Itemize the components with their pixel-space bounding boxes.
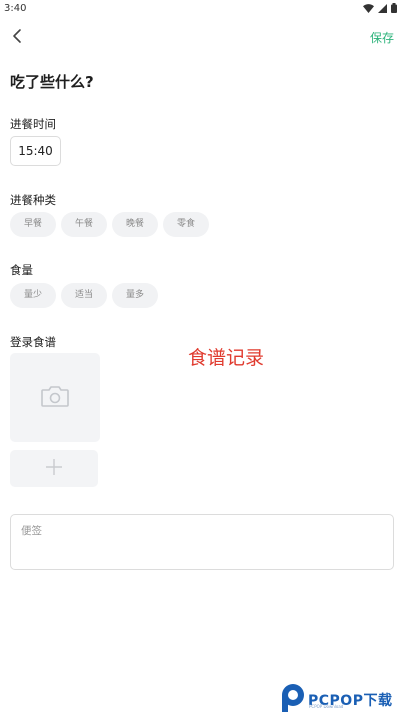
pcpop-logo-icon [279, 683, 305, 717]
meal-type-label: 进餐种类 [10, 193, 56, 207]
portion-options: 量少 适当 量多 [10, 283, 158, 308]
photo-upload-button[interactable] [10, 353, 100, 442]
overlay-caption: 食谱记录 [188, 347, 265, 369]
save-button[interactable]: 保存 [370, 29, 394, 46]
status-bar: 3:40 [0, 0, 403, 18]
app-bar: 保存 [0, 20, 403, 52]
back-button[interactable] [8, 25, 30, 47]
meal-type-options: 早餐 午餐 晚餐 零食 [10, 212, 209, 237]
camera-icon [40, 384, 70, 412]
portion-chip-small[interactable]: 量少 [10, 283, 56, 308]
status-time: 3:40 [4, 3, 27, 14]
page-title: 吃了些什么? [10, 73, 94, 91]
meal-type-chip-breakfast[interactable]: 早餐 [10, 212, 56, 237]
portion-chip-large[interactable]: 量多 [112, 283, 158, 308]
meal-type-chip-lunch[interactable]: 午餐 [61, 212, 107, 237]
wifi-icon [363, 3, 374, 13]
chevron-left-icon [8, 29, 30, 51]
status-icons [363, 3, 397, 13]
plus-icon [44, 457, 64, 481]
brand-logo-subtext: PCPOP Download [309, 704, 344, 709]
portion-chip-moderate[interactable]: 适当 [61, 283, 107, 308]
recipe-label: 登录食谱 [10, 335, 56, 349]
brand-logo: PCPOP下载 PCPOP Download [279, 683, 392, 717]
add-recipe-button[interactable] [10, 450, 98, 487]
meal-type-chip-snack[interactable]: 零食 [163, 212, 209, 237]
battery-icon [391, 3, 397, 13]
meal-time-label: 进餐时间 [10, 117, 56, 131]
portion-label: 食量 [10, 263, 33, 277]
signal-icon [378, 3, 387, 13]
meal-time-picker[interactable]: 15:40 [10, 136, 61, 166]
notes-input[interactable]: 便签 [10, 514, 394, 570]
meal-type-chip-dinner[interactable]: 晚餐 [112, 212, 158, 237]
